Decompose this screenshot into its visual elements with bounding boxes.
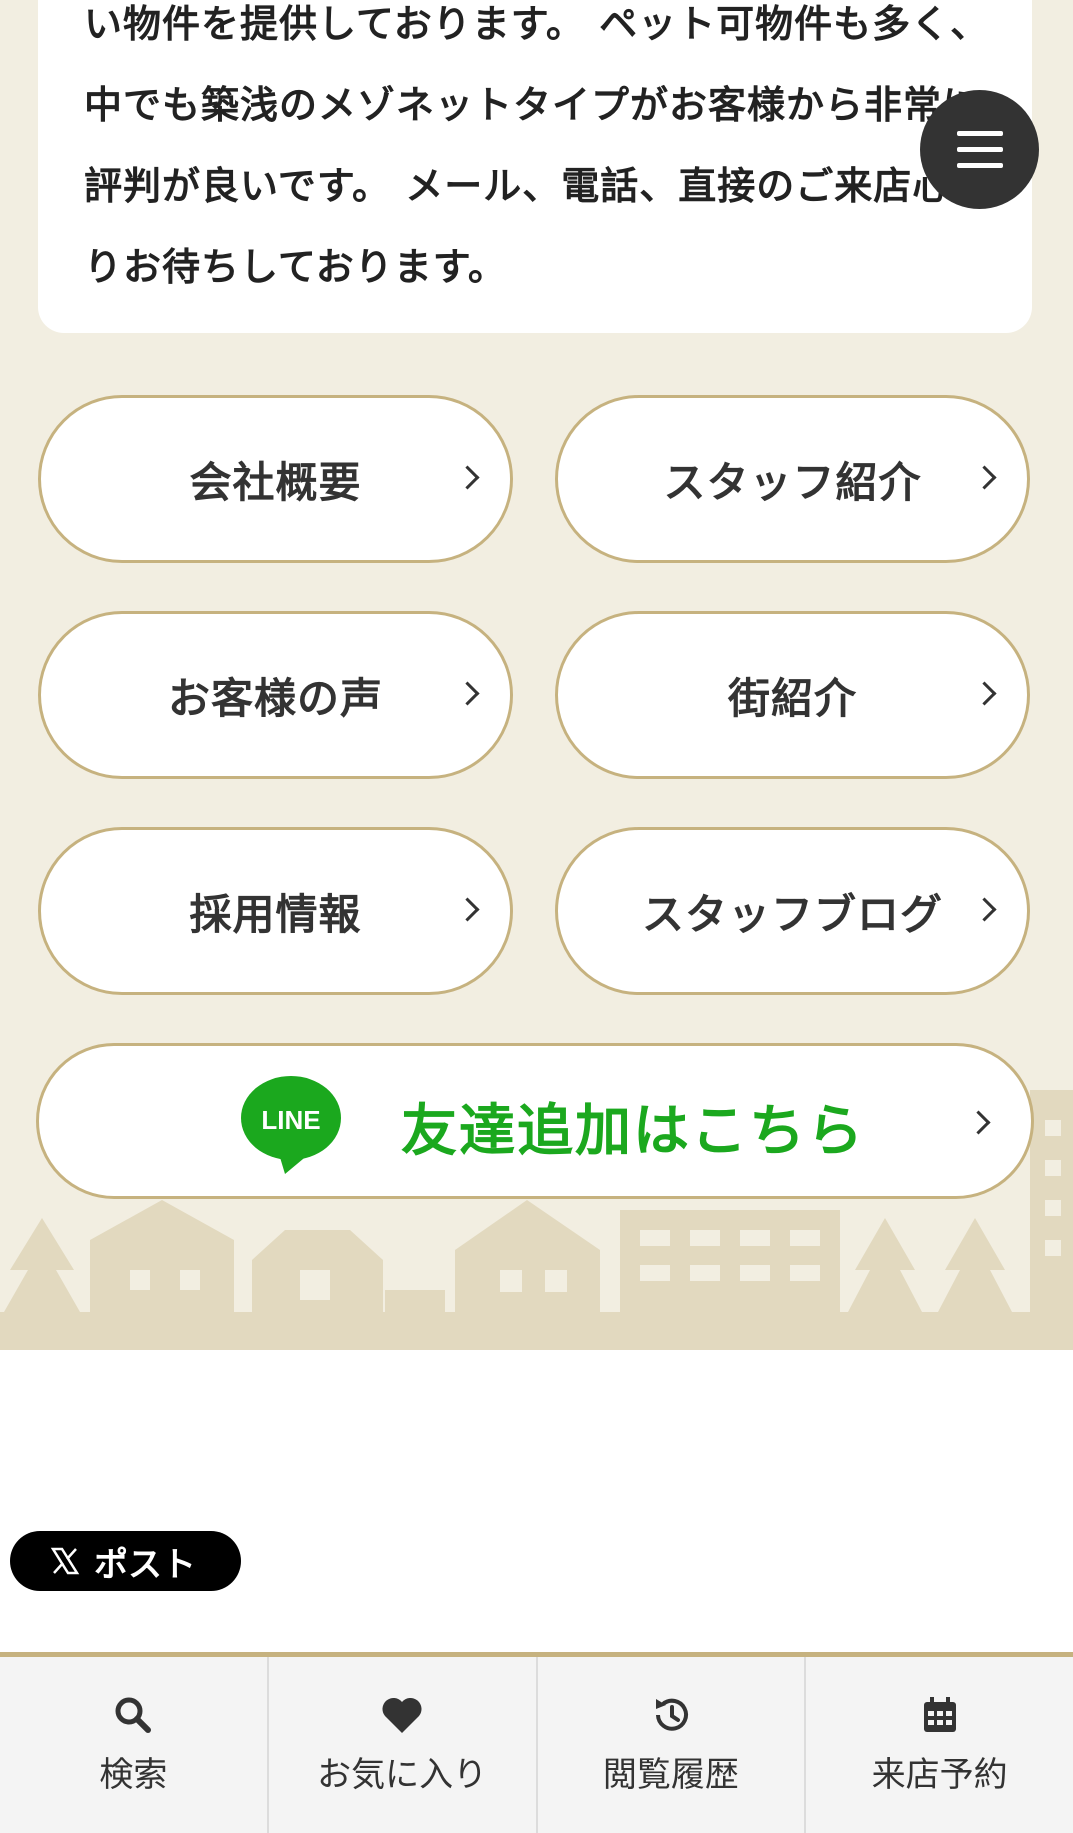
- calendar-icon: [923, 1696, 956, 1732]
- history-icon: [655, 1698, 688, 1731]
- tab-label: 来店予約: [871, 1754, 1008, 1795]
- chevron-right-icon: [455, 681, 480, 706]
- chevron-right-icon: [966, 1110, 991, 1135]
- chevron-right-icon: [972, 465, 997, 490]
- tab-favorites[interactable]: お気に入り: [269, 1657, 538, 1833]
- chevron-right-icon: [455, 897, 480, 922]
- tab-label: 検索: [99, 1754, 168, 1795]
- menu-button[interactable]: [920, 90, 1039, 209]
- x-post-label: ポスト: [94, 1544, 196, 1585]
- chevron-right-icon: [455, 465, 480, 490]
- svg-text:LINE: LINE: [261, 1105, 320, 1135]
- staff-intro-button[interactable]: スタッフ紹介: [555, 395, 1030, 563]
- hamburger-icon: [956, 131, 1003, 136]
- town-intro-button[interactable]: 街紹介: [555, 611, 1030, 779]
- recruit-button[interactable]: 採用情報: [38, 827, 513, 995]
- staff-blog-button[interactable]: スタッフブログ: [555, 827, 1030, 995]
- x-logo-icon: [50, 1547, 80, 1575]
- line-add-friend-button[interactable]: LINE 友達追加はこちら: [36, 1043, 1034, 1199]
- nav-button-label: スタッフブログ: [641, 889, 943, 939]
- tab-reservation[interactable]: 来店予約: [806, 1657, 1073, 1833]
- nav-button-label: お客様の声: [167, 673, 383, 723]
- intro-text: い物件を提供しております。 ペット可物件も多く、中でも築浅のメゾネットタイプがお…: [84, 2, 991, 289]
- nav-button-label: 会社概要: [189, 457, 362, 507]
- tab-search[interactable]: 検索: [0, 1657, 269, 1833]
- intro-card: い物件を提供しております。 ペット可物件も多く、中でも築浅のメゾネットタイプがお…: [38, 0, 1032, 333]
- search-icon: [115, 1697, 152, 1733]
- chevron-right-icon: [972, 681, 997, 706]
- company-overview-button[interactable]: 会社概要: [38, 395, 513, 563]
- x-post-button[interactable]: ポスト: [10, 1531, 241, 1591]
- tab-history[interactable]: 閲覧履歴: [538, 1657, 807, 1833]
- bottom-navigation: 検索 お気に入り 閲覧履歴 来店予約: [0, 1652, 1073, 1833]
- nav-button-label: 採用情報: [189, 889, 362, 939]
- line-add-friend-label: 友達追加はこちら: [401, 1099, 865, 1164]
- nav-button-label: スタッフ紹介: [663, 457, 922, 507]
- customer-voice-button[interactable]: お客様の声: [38, 611, 513, 779]
- tab-label: お気に入り: [317, 1754, 488, 1795]
- nav-button-label: 街紹介: [727, 673, 857, 723]
- tab-label: 閲覧履歴: [602, 1754, 739, 1795]
- line-logo-icon: LINE: [241, 1076, 341, 1174]
- chevron-right-icon: [972, 897, 997, 922]
- heart-icon: [382, 1697, 422, 1733]
